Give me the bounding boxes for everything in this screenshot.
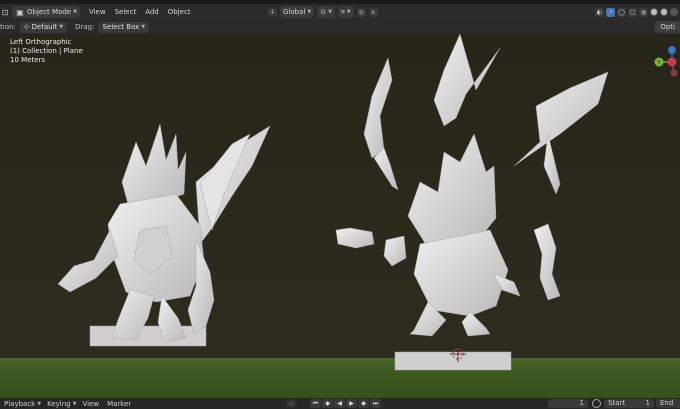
transport-controls: ⏮ ◆ ◀ ▶ ◆ ⏭ bbox=[310, 398, 381, 409]
options-button[interactable]: Opti bbox=[655, 21, 680, 33]
visibility-icon[interactable]: ◐ bbox=[595, 7, 604, 17]
orientation-setting-value: Default bbox=[31, 23, 58, 31]
marker-menu[interactable]: Marker bbox=[107, 400, 131, 408]
marker-label: Marker bbox=[107, 399, 132, 408]
menu-view[interactable]: View bbox=[89, 8, 106, 16]
jump-start-icon[interactable]: ⏮ bbox=[310, 399, 321, 408]
drag-value: Select Box bbox=[102, 23, 140, 31]
gizmo-neg-x-axis[interactable] bbox=[670, 69, 678, 77]
end-label: End bbox=[660, 399, 674, 407]
start-frame-field[interactable]: Start 1 bbox=[604, 399, 654, 408]
orientation-label: Global bbox=[283, 8, 306, 16]
rendered-shading-icon[interactable] bbox=[670, 8, 678, 16]
play-reverse-icon[interactable]: ◀ bbox=[334, 399, 345, 408]
menu-add[interactable]: Add bbox=[145, 8, 159, 16]
options-label: Opti bbox=[660, 23, 675, 31]
playback-controls: ◌ bbox=[286, 398, 297, 409]
tool-settings-bar: tion: ⊹ Default ▼ Drag: Select Box ▼ Opt… bbox=[0, 20, 680, 34]
playback-label: Playback bbox=[4, 399, 36, 408]
drag-label: Drag: bbox=[75, 23, 95, 31]
3d-viewport[interactable]: Left Orthographic (1) Collection | Plane… bbox=[0, 34, 680, 398]
prev-keyframe-icon[interactable]: ◆ bbox=[322, 399, 333, 408]
chevron-down-icon: ▼ bbox=[59, 24, 64, 30]
editor-type-icon[interactable]: ⊡ bbox=[0, 7, 10, 17]
chevron-down-icon: ▼ bbox=[37, 400, 42, 407]
orientation-axes-icon: ⊹ bbox=[23, 23, 30, 31]
jump-end-icon[interactable]: ⏭ bbox=[370, 399, 381, 408]
current-frame-field[interactable]: 1 bbox=[548, 399, 588, 408]
gizmo-z-axis[interactable] bbox=[668, 46, 676, 54]
chevron-down-icon: ▼ bbox=[72, 400, 77, 407]
proportional-falloff-icon[interactable]: ∧ bbox=[368, 7, 378, 17]
start-label: Start bbox=[608, 399, 626, 407]
ground-plane bbox=[0, 358, 680, 398]
gizmo-x-axis[interactable] bbox=[667, 57, 677, 67]
orientation-setting-dropdown[interactable]: ⊹ Default ▼ bbox=[19, 21, 68, 33]
proportional-edit-icon[interactable]: ◎ bbox=[356, 7, 366, 17]
statue-pedestal-right bbox=[394, 351, 512, 371]
pivot-icon: ⊙ bbox=[320, 8, 327, 16]
viewport-shading-controls: ◐ ↗ ◯ ▢ ◍ bbox=[595, 4, 680, 20]
pivot-point-dropdown[interactable]: ⊙ ▼ bbox=[317, 6, 335, 18]
transform-orientation-icon: ⟂ bbox=[268, 7, 277, 17]
viewport-scene bbox=[0, 34, 680, 398]
statue-pedestal-left bbox=[89, 325, 207, 347]
start-value: 1 bbox=[645, 399, 650, 407]
record-icon[interactable]: ◌ bbox=[286, 399, 297, 408]
drag-dropdown[interactable]: Select Box ▼ bbox=[98, 21, 150, 33]
next-keyframe-icon[interactable]: ◆ bbox=[358, 399, 369, 408]
chevron-down-icon: ▼ bbox=[328, 9, 332, 15]
playback-menu[interactable]: Playback ▼ bbox=[4, 400, 41, 408]
mode-label: Object Mode bbox=[27, 8, 72, 16]
orientation-setting-label: tion: bbox=[0, 23, 16, 31]
wireframe-shading-icon[interactable]: ◍ bbox=[639, 7, 648, 17]
menu-select[interactable]: Select bbox=[115, 8, 137, 16]
overlay-toggle-icon[interactable]: ◯ bbox=[617, 7, 626, 17]
transform-controls: ⟂ Global ▼ ⊙ ▼ ⌗ ▼ ◎ ∧ bbox=[268, 4, 378, 20]
view-menu[interactable]: View bbox=[82, 400, 99, 408]
snap-dropdown[interactable]: ⌗ ▼ bbox=[337, 6, 354, 18]
mode-dropdown[interactable]: ▣ Object Mode ▼ bbox=[12, 6, 80, 18]
material-preview-icon[interactable] bbox=[660, 8, 668, 16]
scale-info: 10 Meters bbox=[10, 56, 46, 64]
snap-icon: ⌗ bbox=[340, 7, 345, 16]
end-frame-field[interactable]: End bbox=[656, 399, 680, 408]
transform-orientation-dropdown[interactable]: Global ▼ bbox=[280, 6, 315, 18]
collection-info: (1) Collection | Plane bbox=[10, 47, 83, 55]
timeline-header: Playback ▼ Keying ▼ View Marker ◌ ⏮ ◆ ◀ … bbox=[0, 398, 680, 409]
chevron-down-icon: ▼ bbox=[346, 9, 351, 15]
keying-menu[interactable]: Keying ▼ bbox=[47, 400, 76, 408]
keying-label: Keying bbox=[47, 399, 71, 408]
chevron-down-icon: ▼ bbox=[141, 24, 146, 30]
object-mode-icon: ▣ bbox=[16, 7, 24, 17]
view-label: View bbox=[82, 399, 100, 408]
view-name: Left Orthographic bbox=[10, 38, 72, 46]
viewport-header: ⊡ ▣ Object Mode ▼ View Select Add Object… bbox=[0, 4, 680, 20]
gizmo-toggle-icon[interactable]: ↗ bbox=[606, 7, 615, 17]
chevron-down-icon: ▼ bbox=[73, 9, 77, 15]
clock-icon[interactable] bbox=[592, 399, 601, 408]
solid-shading-icon[interactable] bbox=[650, 8, 658, 16]
play-icon[interactable]: ▶ bbox=[346, 399, 357, 408]
xray-toggle-icon[interactable]: ▢ bbox=[628, 7, 637, 17]
navigation-gizmo[interactable]: Y bbox=[650, 46, 680, 86]
menu-object[interactable]: Object bbox=[168, 8, 191, 16]
chevron-down-icon: ▼ bbox=[307, 9, 312, 15]
